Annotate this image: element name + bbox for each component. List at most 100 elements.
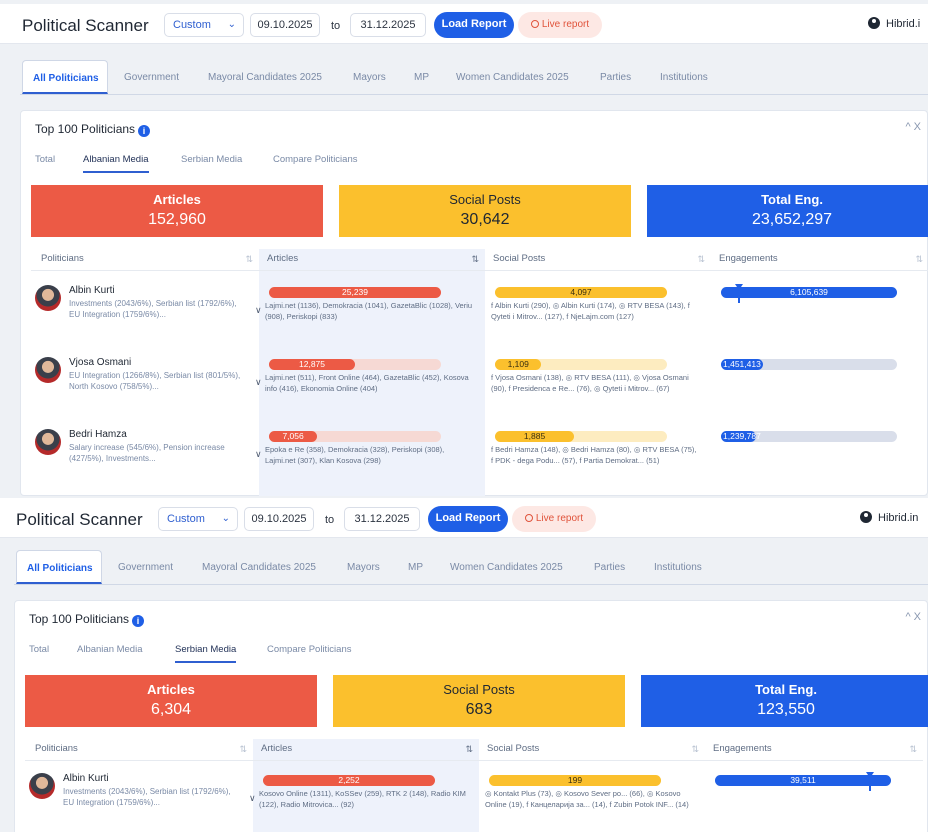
tab-mp[interactable]: MP <box>414 60 429 94</box>
kpi-social-label: Social Posts <box>449 192 521 207</box>
sort-icon: ⇅ <box>465 744 473 754</box>
tab-mayoral-candidates[interactable]: Mayoral Candidates 2025 <box>202 550 316 584</box>
range-select-value: Custom <box>173 19 211 31</box>
tab-government[interactable]: Government <box>118 550 173 584</box>
to-label: to <box>325 514 335 526</box>
chevron-down-icon[interactable]: ∨ <box>255 377 262 388</box>
tab-government[interactable]: Government <box>124 60 179 94</box>
col-politicians[interactable]: Politicians ⇅ <box>25 739 253 761</box>
date-from-field[interactable]: 09.10.2025 <box>250 13 320 37</box>
engagements-bar-track: 6,105,639 <box>721 284 897 303</box>
top-bar: Political Scanner Custom ⌄ 09.10.2025 to… <box>0 4 928 44</box>
date-to-field[interactable]: 31.12.2025 <box>344 507 420 531</box>
subtab-total[interactable]: Total <box>35 149 55 173</box>
tab-mp[interactable]: MP <box>408 550 423 584</box>
range-select[interactable]: Custom ⌄ <box>164 13 244 37</box>
user-name: Hibrid.in <box>878 512 919 524</box>
subtab-total[interactable]: Total <box>29 639 49 663</box>
tab-all-politicians[interactable]: All Politicians <box>16 550 102 584</box>
sort-icon: ⇅ <box>691 744 699 754</box>
top-politicians-card: Top 100 Politicians i ^ X Total Albanian … <box>14 600 928 832</box>
col-social-posts[interactable]: Social Posts ⇅ <box>485 249 711 271</box>
sort-icon: ⇅ <box>471 254 479 264</box>
engagements-bar-track: 1,239,787 <box>721 431 897 442</box>
top-bar: Political Scanner Custom ⌄ 09.10.2025 to… <box>0 498 928 538</box>
live-report-button[interactable]: Live report <box>518 12 602 38</box>
politician-topics: Salary increase (545/6%), Pension increa… <box>69 443 225 463</box>
col-engagements[interactable]: Engagements ⇅ <box>705 739 923 761</box>
subtab-serbian-media[interactable]: Serbian Media <box>181 149 242 173</box>
tab-parties[interactable]: Parties <box>600 60 631 94</box>
engagement-marker-icon <box>734 284 743 303</box>
subtab-serbian-media[interactable]: Serbian Media <box>175 639 237 663</box>
tab-parties[interactable]: Parties <box>594 550 625 584</box>
chevron-down-icon[interactable]: ∨ <box>249 793 256 804</box>
social-bar-track: 4,097 <box>495 287 667 298</box>
user-menu[interactable]: Hibrid.in <box>860 511 918 524</box>
tab-institutions[interactable]: Institutions <box>654 550 702 584</box>
tab-all-politicians[interactable]: All Politicians <box>22 60 108 94</box>
kpi-articles-label: Articles <box>153 192 201 207</box>
category-tabs: All Politicians Government Mayoral Candi… <box>14 550 922 588</box>
col-engagements[interactable]: Engagements ⇅ <box>711 249 928 271</box>
articles-value: 25,239 <box>342 287 368 297</box>
subtab-compare-politicians[interactable]: Compare Politicians <box>273 149 357 173</box>
politician-topics: Investments (2043/6%), Serbian list (179… <box>69 299 237 319</box>
social-value: 1,885 <box>523 431 546 441</box>
subtab-compare-politicians[interactable]: Compare Politicians <box>267 639 351 663</box>
col-social-posts[interactable]: Social Posts ⇅ <box>479 739 705 761</box>
articles-sources: Kosovo Online (1311), KoSSev (259), RTK … <box>259 789 466 809</box>
card-title-text: Top 100 Politicians <box>29 612 130 626</box>
tab-women-candidates[interactable]: Women Candidates 2025 <box>450 550 563 584</box>
range-select-value: Custom <box>167 513 205 525</box>
avatar <box>35 429 61 455</box>
articles-sources: Lajmi.net (511), Front Online (464), Gaz… <box>265 373 469 393</box>
kpi-articles: Articles 152,960 <box>31 185 323 237</box>
live-report-label: Live report <box>541 19 590 30</box>
chevron-down-icon[interactable]: ∨ <box>255 305 262 316</box>
subtab-albanian-media[interactable]: Albanian Media <box>77 639 143 663</box>
card-title: Top 100 Politicians i <box>29 612 145 627</box>
politician-topics: EU Integration (1266/8%), Serbian list (… <box>69 371 241 391</box>
sort-icon: ⇅ <box>239 744 247 754</box>
col-articles[interactable]: Articles ⇅ <box>259 249 485 271</box>
articles-bar-track: 25,239 <box>269 287 441 298</box>
tab-institutions[interactable]: Institutions <box>660 60 708 94</box>
col-politicians[interactable]: Politicians ⇅ <box>31 249 259 271</box>
info-icon[interactable]: i <box>138 125 151 137</box>
dashboard-screenshot-albanian: Political Scanner Custom ⌄ 09.10.2025 to… <box>0 0 928 496</box>
social-bar-track: 199 <box>489 775 661 786</box>
kpi-eng-value: 23,652,297 <box>751 211 833 228</box>
col-articles[interactable]: Articles ⇅ <box>253 739 479 761</box>
tab-women-candidates[interactable]: Women Candidates 2025 <box>456 60 569 94</box>
tab-mayors[interactable]: Mayors <box>347 550 380 584</box>
date-to-field[interactable]: 31.12.2025 <box>350 13 426 37</box>
engagements-bar-track: 1,451,413 <box>721 359 897 370</box>
kpi-eng-value: 123,550 <box>757 701 815 718</box>
chevron-down-icon: ⌄ <box>227 19 236 30</box>
kpi-articles-value: 6,304 <box>150 701 192 718</box>
user-menu[interactable]: Hibrid.i <box>868 17 920 30</box>
date-from-field[interactable]: 09.10.2025 <box>244 507 314 531</box>
load-report-button[interactable]: Load Report <box>428 506 508 532</box>
load-report-button[interactable]: Load Report <box>434 12 514 38</box>
user-avatar-icon <box>868 17 880 29</box>
card-controls[interactable]: ^ X <box>905 611 921 623</box>
tab-mayoral-candidates[interactable]: Mayoral Candidates 2025 <box>208 60 322 94</box>
user-avatar-icon <box>860 511 872 523</box>
social-bar-track: 1,109 <box>495 359 667 370</box>
chevron-down-icon[interactable]: ∨ <box>255 449 262 460</box>
kpi-total-engagement: Total Eng. 23,652,297 <box>647 185 928 237</box>
info-icon[interactable]: i <box>132 615 145 627</box>
articles-sources: Epoka e Re (358), Demokracia (328), Peri… <box>265 445 445 465</box>
subtab-albanian-media[interactable]: Albanian Media <box>83 149 149 173</box>
live-report-label: Live report <box>535 513 584 524</box>
card-controls[interactable]: ^ X <box>905 121 921 133</box>
tab-mayors[interactable]: Mayors <box>353 60 386 94</box>
sort-icon: ⇅ <box>245 254 253 264</box>
social-sources: f Bedri Hamza (148), ◎ Bedri Hamza (80),… <box>491 445 697 465</box>
live-dot-icon <box>524 514 533 522</box>
live-report-button[interactable]: Live report <box>512 506 596 532</box>
range-select[interactable]: Custom ⌄ <box>158 507 238 531</box>
card-title-text: Top 100 Politicians <box>35 122 136 136</box>
